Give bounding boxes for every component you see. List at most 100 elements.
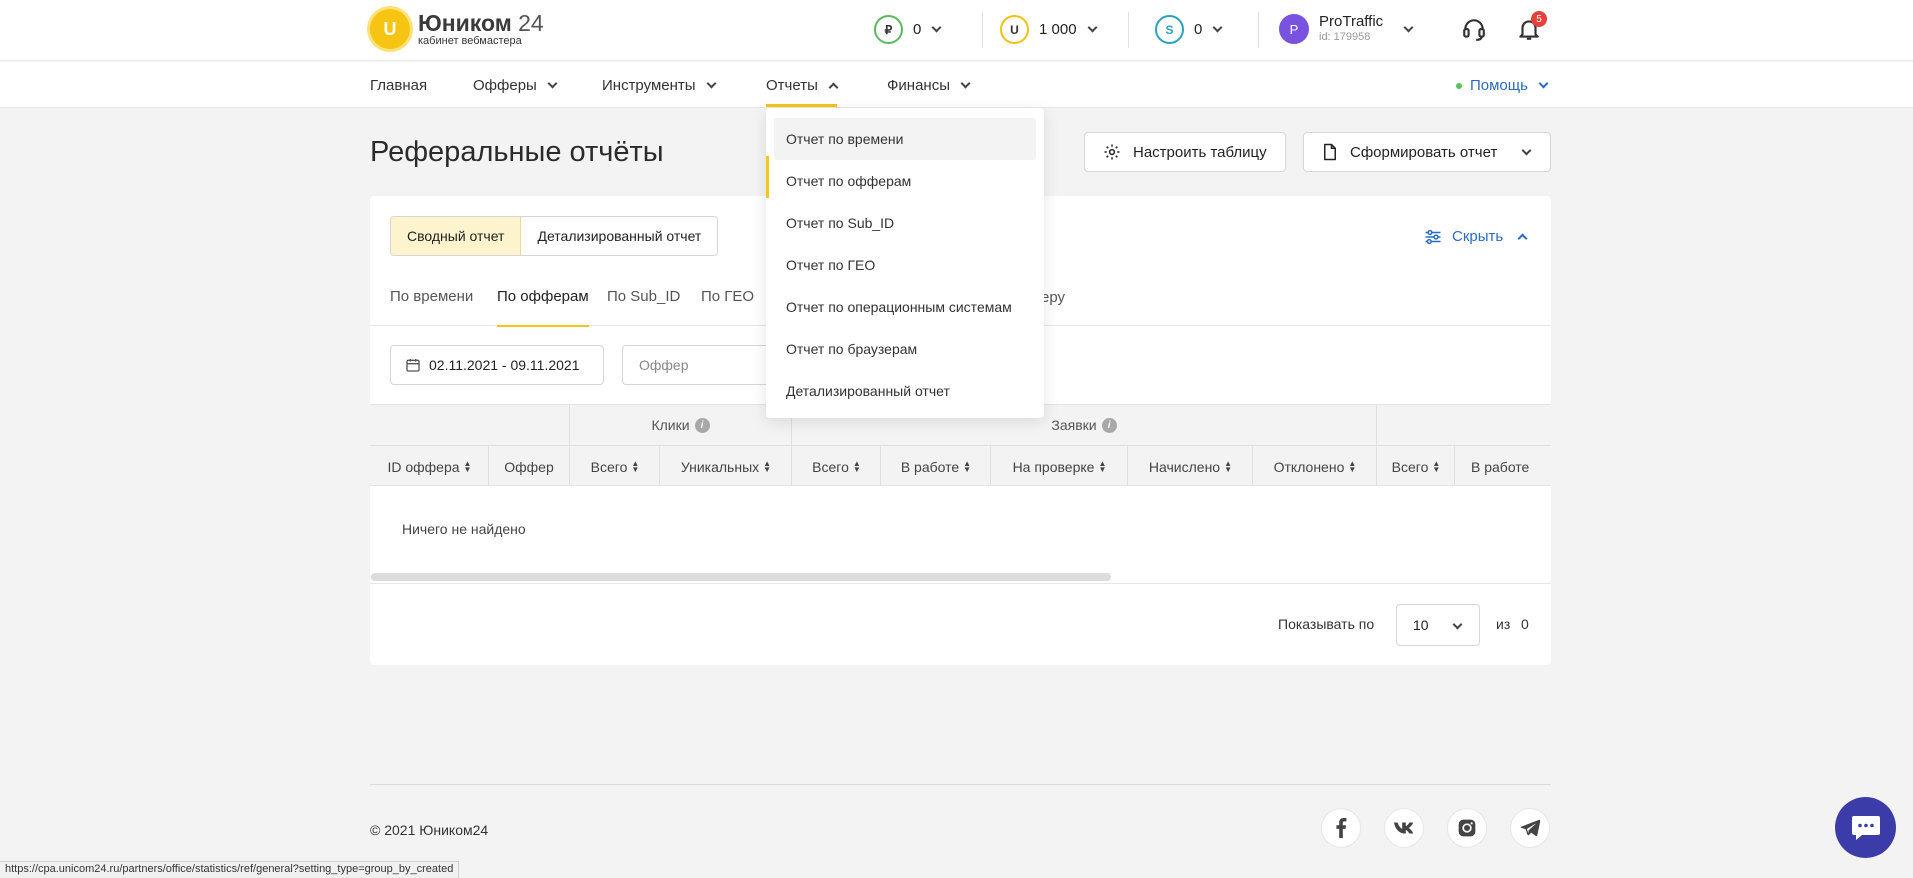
total-of-label: из — [1496, 616, 1511, 632]
instagram-icon[interactable] — [1447, 808, 1487, 848]
column-header-clicks-unique[interactable]: Уникальных ▲ ▼ — [660, 446, 792, 485]
copyright: © 2021 Юником24 — [370, 822, 489, 838]
group-header-empty — [370, 405, 570, 446]
balance-rub-value: 0 — [913, 21, 922, 38]
chevron-down-icon — [547, 78, 558, 89]
avatar: P — [1279, 14, 1309, 44]
tab-label-partial[interactable]: еру — [1041, 289, 1065, 306]
report-type-summary[interactable]: Сводный отчет — [391, 217, 522, 255]
sort-icon: ▲ ▼ — [631, 458, 640, 474]
column-header-requests-on-review[interactable]: На проверке ▲ ▼ — [991, 446, 1128, 485]
sort-icon: ▲ ▼ — [1432, 458, 1441, 474]
document-icon — [1324, 143, 1336, 161]
gear-icon — [1104, 144, 1120, 160]
horizontal-scrollbar[interactable] — [371, 573, 1111, 581]
page-size-label: Показывать по — [1278, 616, 1375, 632]
nav-item-home[interactable]: Главная — [370, 77, 427, 94]
column-header-next-total[interactable]: Всего ▲ ▼ — [1377, 446, 1455, 485]
report-type-detailed[interactable]: Детализированный отчет — [521, 217, 717, 255]
sort-icon: ▲ ▼ — [463, 458, 472, 474]
date-range-field[interactable]: 02.11.2021 - 09.11.2021 — [390, 345, 604, 385]
chevron-down-icon — [1521, 145, 1532, 155]
column-header-next-in-progress[interactable]: В работе — [1455, 446, 1551, 485]
user-menu[interactable]: P ProTraffic id: 179958 — [1279, 13, 1414, 44]
telegram-icon[interactable] — [1510, 808, 1550, 848]
ruble-icon: ₽ — [874, 15, 903, 44]
balance-s-dropdown[interactable]: S 0 — [1155, 15, 1223, 44]
sort-icon: ▲ ▼ — [963, 458, 972, 474]
tab-by-time[interactable]: По времени — [390, 288, 473, 326]
menu-item-detailed-report[interactable]: Детализированный отчет — [774, 370, 1036, 412]
help-menu[interactable]: Помощь — [1456, 77, 1549, 94]
sort-icon: ▲ ▼ — [1348, 458, 1357, 474]
column-header-clicks-total[interactable]: Всего ▲ ▼ — [570, 446, 660, 485]
group-header-clicks: Клики i — [570, 405, 792, 446]
generate-report-button[interactable]: Сформировать отчет — [1303, 132, 1551, 172]
chat-bubble-icon — [1851, 815, 1880, 840]
s-coin-icon: S — [1155, 15, 1184, 44]
sort-icon: ▲ ▼ — [1224, 458, 1233, 474]
chat-button[interactable] — [1835, 797, 1896, 858]
balance-unicoins-dropdown[interactable]: U 1 000 — [1000, 15, 1097, 44]
chevron-down-icon — [960, 78, 971, 89]
chevron-down-icon — [1538, 78, 1549, 89]
menu-item-report-by-offers[interactable]: Отчет по офферам — [774, 160, 1036, 202]
main-nav: Главная Офферы Инструменты Отчеты Финанс… — [0, 62, 1913, 108]
browser-status-url: https://cpa.unicom24.ru/partners/office/… — [0, 861, 460, 878]
column-header-requests-in-progress[interactable]: В работе ▲ ▼ — [881, 446, 991, 485]
menu-item-report-by-subid[interactable]: Отчет по Sub_ID — [774, 202, 1036, 244]
sort-icon: ▲ ▼ — [1098, 458, 1107, 474]
column-header-offer-id[interactable]: ID оффера ▲ ▼ — [370, 446, 489, 485]
total-count: 0 — [1521, 616, 1529, 632]
page-size-select[interactable]: 10 — [1396, 604, 1480, 646]
chevron-down-icon — [931, 22, 942, 33]
column-header-offer[interactable]: Оффер — [489, 446, 570, 485]
user-name: ProTraffic — [1319, 13, 1384, 30]
report-type-switch: Сводный отчет Детализированный отчет — [390, 216, 719, 256]
tab-by-offers[interactable]: По офферам — [497, 288, 589, 327]
headset-icon[interactable] — [1461, 16, 1487, 42]
facebook-icon[interactable] — [1321, 808, 1361, 848]
chevron-down-icon — [1403, 22, 1414, 32]
notification-badge: 5 — [1531, 11, 1547, 27]
tab-by-geo[interactable]: По ГЕО — [701, 288, 754, 326]
user-id: id: 179958 — [1319, 31, 1371, 43]
vk-icon[interactable] — [1384, 808, 1424, 848]
group-header-next — [1377, 405, 1551, 446]
info-icon[interactable]: i — [694, 417, 710, 433]
menu-item-report-by-time[interactable]: Отчет по времени — [774, 118, 1036, 160]
chevron-down-icon — [1087, 22, 1097, 33]
nav-item-tools[interactable]: Инструменты — [602, 77, 716, 94]
column-header-requests-accrued[interactable]: Начислено ▲ ▼ — [1128, 446, 1253, 485]
sort-icon: ▲ ▼ — [763, 458, 772, 474]
configure-table-button[interactable]: Настроить таблицу — [1084, 132, 1286, 172]
logo[interactable]: U Юником 24 кабинет вебмастера — [370, 9, 544, 49]
logo-mark-icon: U — [370, 9, 410, 49]
balance-rub-dropdown[interactable]: ₽ 0 — [874, 15, 942, 44]
column-header-requests-total[interactable]: Всего ▲ ▼ — [792, 446, 881, 485]
nav-item-reports[interactable]: Отчеты — [766, 77, 839, 107]
chevron-up-icon — [828, 82, 839, 92]
top-header: U Юником 24 кабинет вебмастера ₽ 0 U 1 0… — [0, 0, 1913, 61]
unicoin-icon: U — [1000, 15, 1029, 44]
chevron-up-icon — [1517, 233, 1528, 243]
menu-item-report-by-os[interactable]: Отчет по операционным системам — [774, 286, 1036, 328]
menu-item-report-by-geo[interactable]: Отчет по ГЕО — [774, 244, 1036, 286]
hide-filters-toggle[interactable]: Скрыть — [1424, 228, 1528, 245]
menu-item-report-by-browser[interactable]: Отчет по браузерам — [774, 328, 1036, 370]
tab-by-subid[interactable]: По Sub_ID — [607, 288, 680, 326]
sliders-icon — [1425, 229, 1441, 244]
chevron-down-icon — [1212, 22, 1223, 33]
nav-item-offers[interactable]: Офферы — [473, 77, 558, 94]
nav-item-finance[interactable]: Финансы — [887, 77, 971, 94]
sort-icon: ▲ ▼ — [852, 458, 861, 474]
column-header-requests-rejected[interactable]: Отклонено ▲ ▼ — [1253, 446, 1377, 485]
page-title: Реферальные отчёты — [370, 136, 664, 168]
logo-subtitle: кабинет вебмастера — [418, 34, 522, 47]
info-icon[interactable]: i — [1101, 417, 1117, 433]
calendar-icon — [406, 359, 420, 372]
online-dot-icon — [1456, 82, 1462, 89]
balance-s-value: 0 — [1194, 21, 1203, 38]
date-range-value: 02.11.2021 - 09.11.2021 — [429, 357, 580, 373]
reports-dropdown-menu: Отчет по времени Отчет по офферам Отчет … — [766, 108, 1044, 418]
